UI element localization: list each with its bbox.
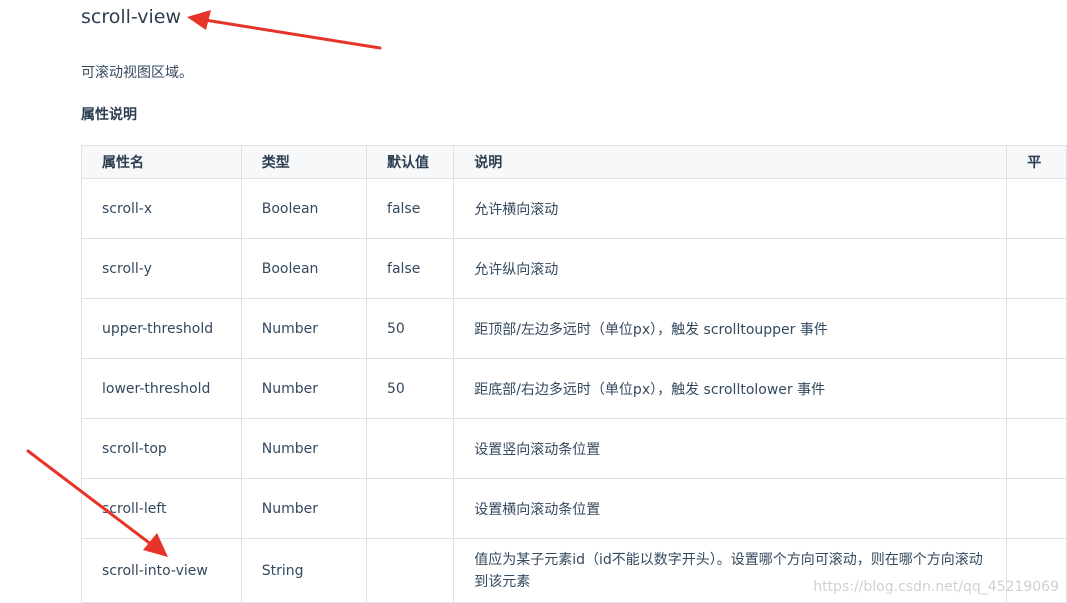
cell-description: 允许纵向滚动 (453, 238, 1008, 299)
table-row: scroll-top Number 设置竖向滚动条位置 (81, 418, 1067, 479)
cell-default: false (366, 178, 455, 239)
cell-type: Number (240, 418, 368, 479)
cell-description: 设置竖向滚动条位置 (453, 418, 1008, 479)
cell-name: scroll-into-view (81, 538, 242, 603)
cell-description: 距底部/右边多远时（单位px），触发 scrolltolower 事件 (453, 358, 1008, 419)
attributes-table: 属性名 类型 默认值 说明 平 scroll-x Boolean false 允… (81, 145, 1067, 603)
cell-name: upper-threshold (81, 298, 242, 359)
cell-default (366, 538, 455, 603)
cell-default: 50 (366, 358, 455, 419)
cell-type: Number (240, 358, 368, 419)
cell-type: Boolean (240, 178, 368, 239)
cell-platform (1006, 478, 1067, 539)
cell-platform (1006, 238, 1067, 299)
cell-name: scroll-y (81, 238, 242, 299)
table-row: upper-threshold Number 50 距顶部/左边多远时（单位px… (81, 298, 1067, 359)
header-default: 默认值 (366, 145, 455, 179)
table-row: scroll-x Boolean false 允许横向滚动 (81, 178, 1067, 239)
cell-platform (1006, 178, 1067, 239)
table-row: lower-threshold Number 50 距底部/右边多远时（单位px… (81, 358, 1067, 419)
header-type: 类型 (240, 145, 368, 179)
cell-default: 50 (366, 298, 455, 359)
header-platform: 平 (1006, 145, 1067, 179)
cell-name: scroll-x (81, 178, 242, 239)
header-description: 说明 (453, 145, 1008, 179)
cell-default (366, 418, 455, 479)
table-row: scroll-left Number 设置横向滚动条位置 (81, 478, 1067, 539)
header-name: 属性名 (81, 145, 242, 179)
cell-platform (1006, 418, 1067, 479)
cell-type: Boolean (240, 238, 368, 299)
cell-name: scroll-left (81, 478, 242, 539)
cell-default (366, 478, 455, 539)
cell-type: Number (240, 298, 368, 359)
cell-platform (1006, 358, 1067, 419)
cell-type: Number (240, 478, 368, 539)
cell-name: lower-threshold (81, 358, 242, 419)
cell-name: scroll-top (81, 418, 242, 479)
table-row: scroll-y Boolean false 允许纵向滚动 (81, 238, 1067, 299)
cell-platform (1006, 298, 1067, 359)
page-description: 可滚动视图区域。 (81, 65, 193, 81)
cell-description: 允许横向滚动 (453, 178, 1008, 239)
annotation-arrow-title (187, 10, 382, 50)
table-header-row: 属性名 类型 默认值 说明 平 (81, 145, 1067, 179)
page-title: scroll-view (81, 6, 182, 28)
cell-default: false (366, 238, 455, 299)
cell-type: String (240, 538, 368, 603)
watermark: https://blog.csdn.net/qq_45219069 (813, 579, 1059, 595)
cell-description: 距顶部/左边多远时（单位px），触发 scrolltoupper 事件 (453, 298, 1008, 359)
cell-description: 设置横向滚动条位置 (453, 478, 1008, 539)
section-title: 属性说明 (81, 107, 137, 123)
